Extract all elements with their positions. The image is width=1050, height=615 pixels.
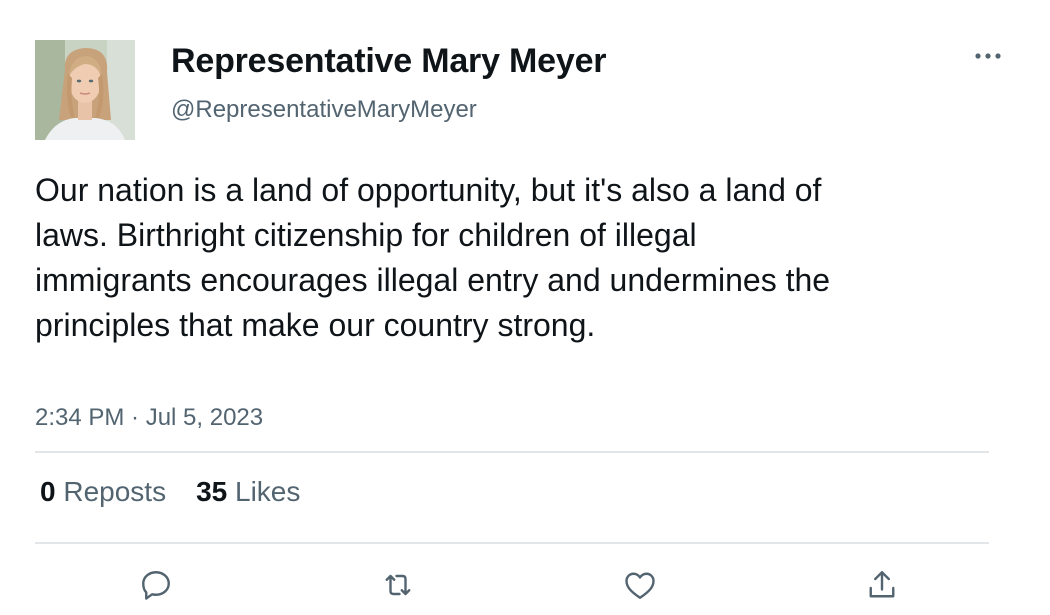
tweet: Representative Mary Meyer @Representativ…: [0, 0, 1050, 615]
reposts-count: 0: [40, 476, 56, 507]
reposts-stat[interactable]: 0 Reposts: [40, 476, 166, 508]
heart-icon: [625, 572, 655, 599]
likes-label: Likes: [235, 476, 301, 507]
likes-stat[interactable]: 35 Likes: [196, 476, 300, 508]
repost-button[interactable]: [378, 565, 418, 605]
avatar[interactable]: [35, 40, 135, 140]
more-horizontal-icon: [975, 53, 1001, 59]
tweet-text: Our nation is a land of opportunity, but…: [35, 172, 831, 343]
reply-button[interactable]: [136, 565, 176, 605]
tweet-timestamp[interactable]: 2:34 PM · Jul 5, 2023: [35, 404, 263, 432]
repost-icon: [385, 574, 411, 596]
reply-icon: [142, 571, 170, 600]
like-button[interactable]: [620, 565, 660, 605]
divider: [35, 542, 989, 544]
author-name[interactable]: Representative Mary Meyer: [171, 42, 607, 81]
reposts-label: Reposts: [63, 476, 167, 507]
more-options-button[interactable]: [970, 44, 1006, 68]
engagement-stats: 0 Reposts 35 Likes: [40, 476, 300, 508]
share-button[interactable]: [862, 565, 902, 605]
avatar-photo: [35, 40, 135, 140]
likes-count: 35: [196, 476, 228, 507]
author-handle[interactable]: @RepresentativeMaryMeyer: [171, 96, 477, 124]
divider: [35, 451, 989, 453]
share-icon: [869, 571, 895, 598]
